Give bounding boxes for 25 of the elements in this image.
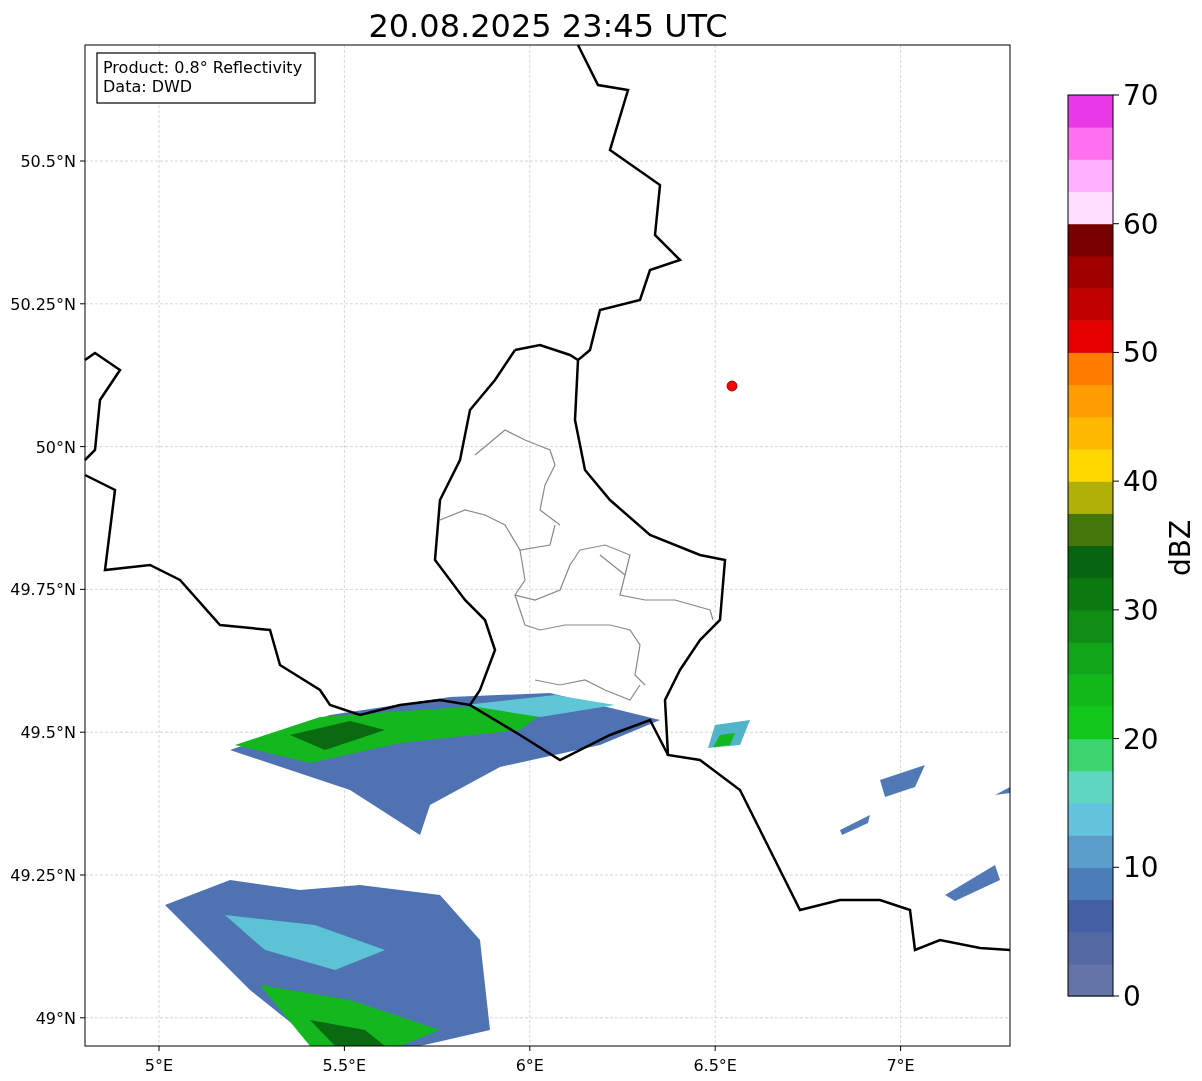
colorbar-tick-label: 40 [1123,465,1159,499]
x-axis-label: 5°E [144,1056,174,1075]
info-text: Data: DWD [103,77,193,96]
x-axis-label: 6°E [515,1056,544,1075]
plot-title: 20.08.2025 23:45 UTC [368,7,728,45]
x-axis-label: 6.5°E [693,1056,737,1075]
station-marker [726,380,738,392]
y-axis-label: 49.5°N [20,723,76,743]
info-text: Product: 0.8° Reflectivity [103,58,303,77]
x-axis-label: 5.5°E [322,1056,367,1075]
x-axis-label: 7°E [886,1056,915,1075]
colorbar-label: dBZ [1164,519,1197,577]
colorbar-tick-label: 70 [1123,79,1159,112]
colorbar-tick-label: 20 [1123,722,1159,756]
colorbar-tick-label: 10 [1123,851,1159,885]
y-axis-label: 49.25°N [10,866,76,885]
y-axis-label: 49.75°N [10,580,76,600]
y-axis-label: 50°N [35,437,76,457]
colorbar-tick-label: 0 [1123,980,1141,1013]
y-axis-label: 50.5°N [20,152,76,171]
y-axis-label: 50.25°N [10,294,76,314]
y-axis-label: 49°N [35,1008,76,1028]
colorbar-tick-label: 30 [1123,593,1159,627]
colorbar-tick-label: 60 [1123,207,1159,241]
colorbar-tick-label: 50 [1123,336,1159,370]
